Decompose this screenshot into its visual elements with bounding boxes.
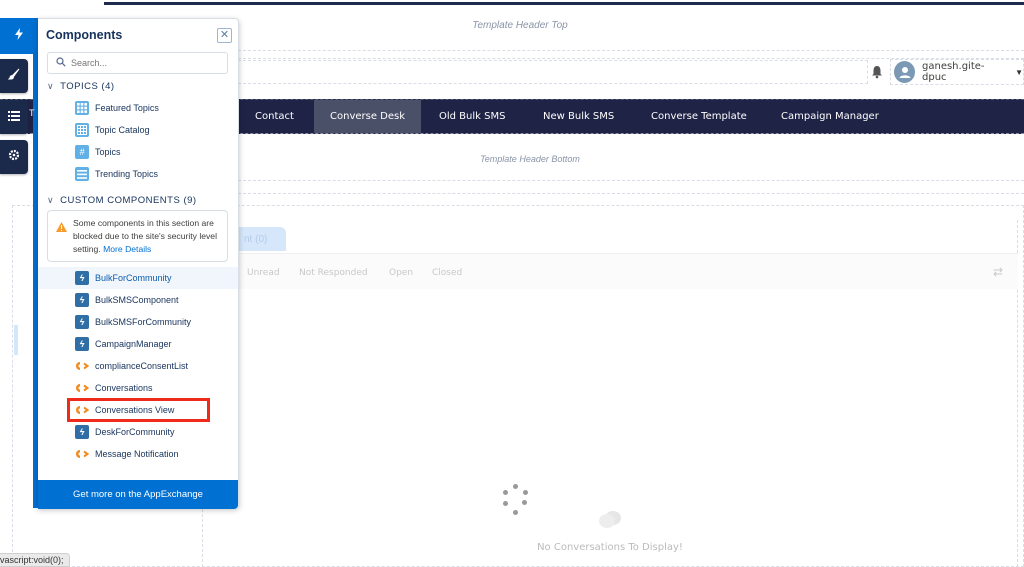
component-label: Topic Catalog (95, 125, 150, 135)
ghost-selection (14, 325, 18, 355)
component-label: complianceConsentList (95, 361, 189, 371)
search-icon (56, 54, 66, 72)
user-menu[interactable]: ganesh.gite-dpuc ▼ (890, 59, 1024, 85)
component-conversations[interactable]: Conversations (38, 377, 238, 399)
chevron-down-icon: ▼ (1015, 67, 1023, 77)
component-label: CampaignManager (95, 339, 172, 349)
lwc-icon (75, 381, 89, 395)
nav-item-converse-desk[interactable]: Converse Desk (314, 100, 422, 133)
component-bulksmsforcommunity[interactable]: ϟ BulkSMSForCommunity (38, 311, 238, 333)
window-top-border (104, 2, 1024, 5)
component-label: BulkSMSForCommunity (95, 317, 192, 327)
settings-rail-button[interactable] (0, 140, 28, 174)
username: ganesh.gite-dpuc (922, 61, 985, 83)
component-label: BulkForCommunity (95, 273, 172, 283)
more-details-link[interactable]: More Details (103, 244, 151, 254)
list-icon (75, 167, 89, 181)
component-campaignmanager[interactable]: ϟ CampaignManager (38, 333, 238, 355)
status-bar-url: vascript:void(0); (0, 553, 70, 567)
nav-item-old-bulk-sms[interactable]: Old Bulk SMS (423, 100, 521, 133)
component-deskforcommunity[interactable]: ϟ DeskForCommunity (38, 421, 238, 443)
filter-not-responded[interactable]: Not Responded (299, 268, 368, 278)
section-custom-components[interactable]: ∨ CUSTOM COMPONENTS (9) (47, 195, 197, 206)
template-header-top: Template Header Top (472, 20, 568, 31)
component-featured-topics[interactable]: Featured Topics (38, 97, 238, 119)
warning-icon (56, 219, 67, 237)
component-bulkforcommunity[interactable]: ϟ BulkForCommunity (38, 267, 238, 289)
filter-closed[interactable]: Closed (432, 268, 462, 278)
gear-icon (8, 148, 20, 166)
component-trending-topics[interactable]: Trending Topics (38, 163, 238, 185)
table-icon (75, 123, 89, 137)
component-message-notification[interactable]: Message Notification (38, 443, 238, 465)
rail-label-fragment: T (29, 108, 35, 118)
component-label: BulkSMSComponent (95, 295, 179, 305)
nav-item-campaign-manager[interactable]: Campaign Manager (765, 100, 895, 133)
lightning-icon (14, 27, 24, 45)
chevron-down-icon: ∨ (47, 81, 55, 91)
nav-item-new-bulk-sms[interactable]: New Bulk SMS (527, 100, 630, 133)
lightning-icon: ϟ (75, 315, 89, 329)
nav-item-converse-template[interactable]: Converse Template (635, 100, 763, 133)
filter-unread[interactable]: Unread (247, 268, 280, 278)
divider (238, 193, 1024, 194)
filter-open[interactable]: Open (389, 268, 413, 278)
refresh-icon[interactable]: ⇄ (993, 265, 1003, 279)
template-header-bottom: Template Header Bottom (480, 154, 580, 164)
component-label: Conversations (95, 383, 153, 393)
brush-icon (7, 67, 20, 85)
lightning-icon: ϟ (75, 337, 89, 351)
chevron-down-icon: ∨ (47, 195, 55, 205)
component-search-input[interactable] (71, 58, 221, 68)
empty-state-message: No Conversations To Display! (537, 542, 683, 553)
nav-item-contact[interactable]: Contact (239, 100, 310, 133)
chat-bubbles-icon (596, 510, 624, 532)
lightning-icon: ϟ (75, 271, 89, 285)
section-title: TOPICS (4) (60, 81, 115, 92)
component-label: Topics (95, 147, 121, 157)
component-label: Featured Topics (95, 103, 159, 113)
tab-conversations[interactable]: nt (0) (232, 227, 286, 251)
lwc-icon (75, 447, 89, 461)
grid-icon (75, 101, 89, 115)
component-label: DeskForCommunity (95, 427, 175, 437)
divider (238, 180, 1024, 181)
site-search-input[interactable] (238, 60, 868, 84)
hash-icon: # (75, 145, 89, 159)
pages-rail-button[interactable] (0, 100, 28, 134)
lightning-icon: ϟ (75, 425, 89, 439)
filter-bar: Unread Not Responded Open Closed (203, 253, 1018, 289)
appexchange-button[interactable]: Get more on the AppExchange (38, 480, 238, 509)
divider (238, 50, 1024, 51)
component-topic-catalog[interactable]: Topic Catalog (38, 119, 238, 141)
section-title: CUSTOM COMPONENTS (9) (60, 195, 197, 206)
close-icon[interactable]: ✕ (217, 28, 232, 43)
component-topics[interactable]: # Topics (38, 141, 238, 163)
components-rail-button[interactable] (0, 18, 38, 54)
bell-icon[interactable] (870, 65, 884, 79)
component-complianceconsentlist[interactable]: complianceConsentList (38, 355, 238, 377)
panel-title: Components (46, 28, 123, 42)
component-search-field[interactable] (47, 52, 228, 74)
theme-rail-button[interactable] (0, 59, 28, 93)
component-bulksmscomponent[interactable]: ϟ BulkSMSComponent (38, 289, 238, 311)
component-label: Message Notification (95, 449, 179, 459)
component-label: Trending Topics (95, 169, 159, 179)
lwc-icon (75, 359, 89, 373)
warning-text: Some components in this section are bloc… (73, 217, 225, 256)
loading-spinner-icon (500, 484, 530, 516)
lightning-icon: ϟ (75, 293, 89, 307)
security-warning: Some components in this section are bloc… (47, 210, 228, 262)
annotation-highlight-box (67, 398, 210, 422)
components-panel: Components ✕ ∨ TOPICS (4) Featured Topic… (38, 18, 239, 509)
section-topics[interactable]: ∨ TOPICS (4) (47, 81, 115, 92)
avatar (894, 61, 915, 83)
list-icon (8, 108, 20, 126)
